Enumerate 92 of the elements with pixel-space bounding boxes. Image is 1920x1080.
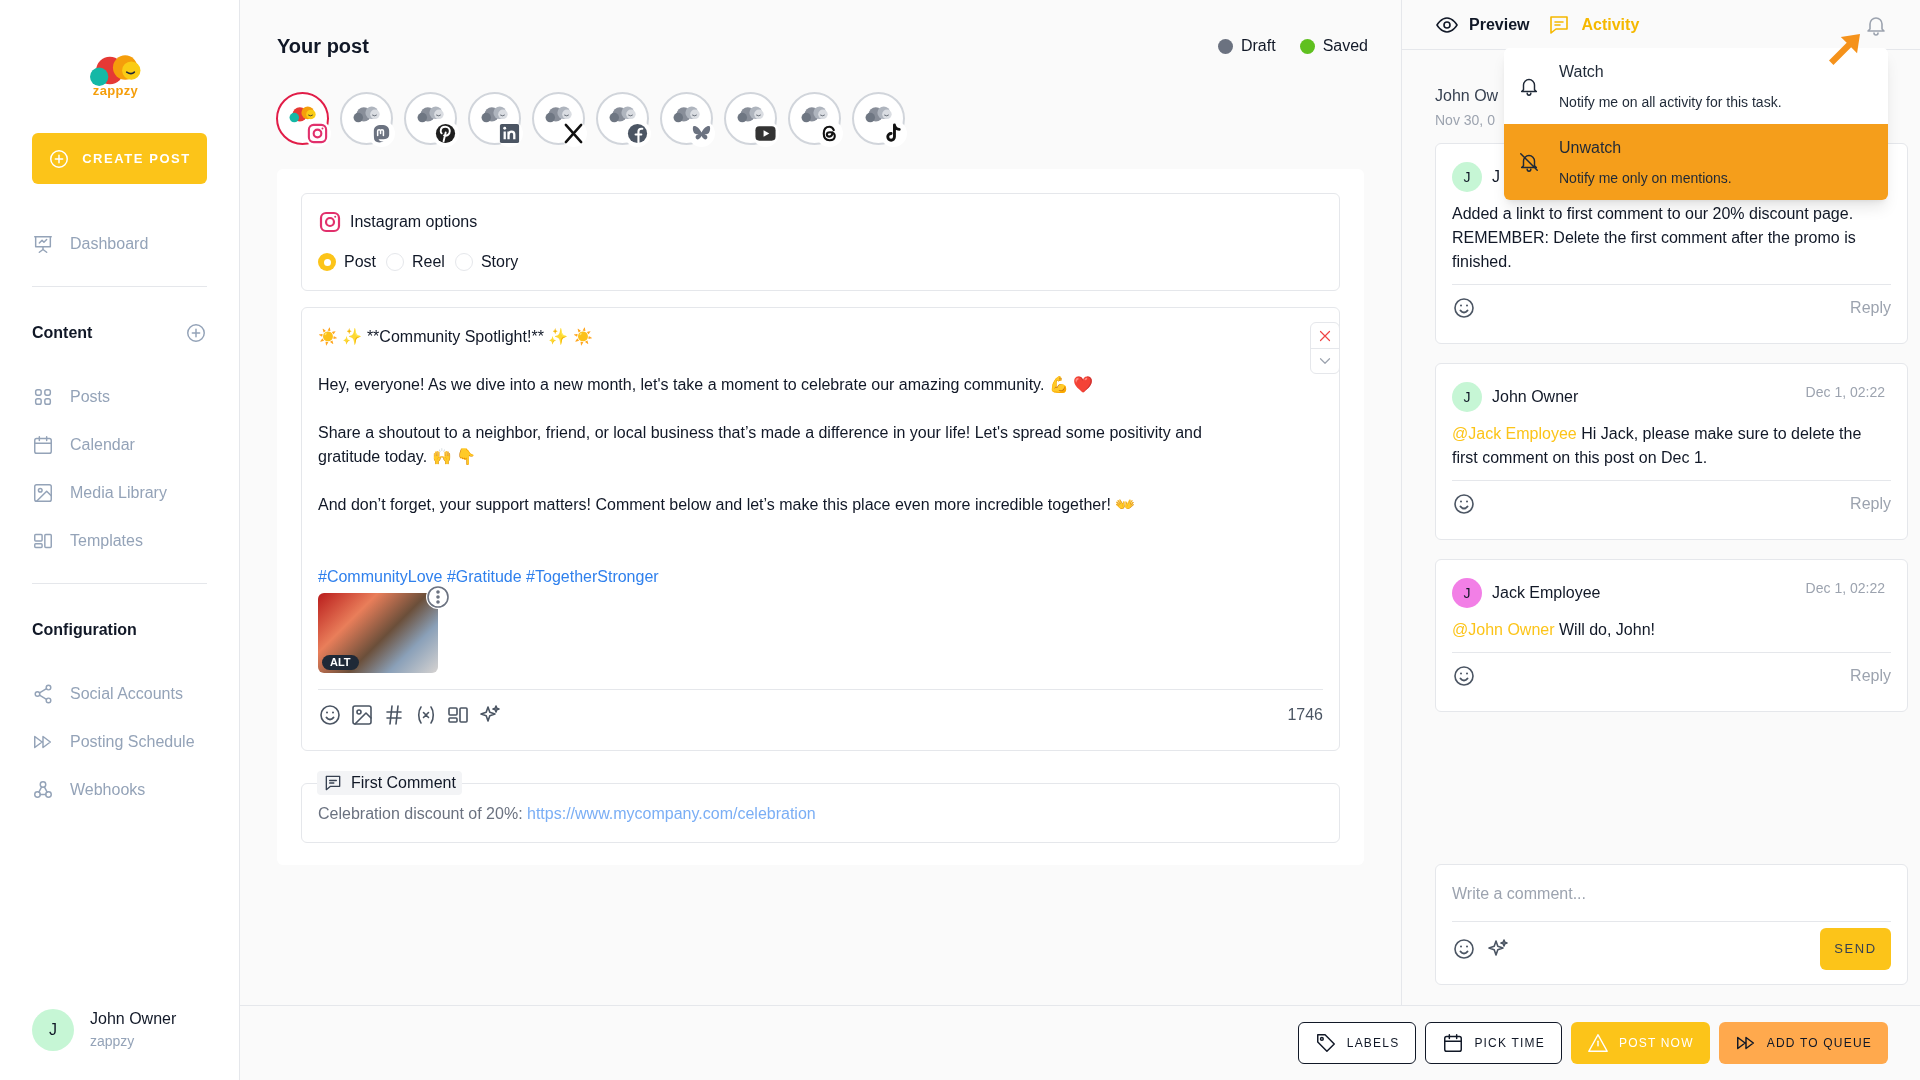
options-title: Instagram options xyxy=(350,212,478,232)
bell-off-icon xyxy=(1518,151,1540,173)
nav-item[interactable]: Templates xyxy=(32,517,207,565)
menu-item-description: Notify me on all activity for this task. xyxy=(1559,92,1782,112)
radio-option[interactable]: Post xyxy=(318,250,376,274)
annotation-arrow xyxy=(1829,34,1860,65)
calendar-icon xyxy=(1442,1032,1465,1054)
status-label: Saved xyxy=(1322,36,1368,56)
nav-item[interactable]: Webhooks xyxy=(32,766,207,814)
tag-icon xyxy=(1314,1032,1337,1054)
comment-text: @John Owner Will do, John! xyxy=(1452,620,1656,640)
menu-item[interactable]: Unwatch Notify me only on mentions. xyxy=(1504,124,1888,200)
calendar-icon xyxy=(32,434,54,456)
timestamp: Dec 1, 02:22 xyxy=(1805,579,1885,598)
nav-item[interactable]: Dashboard xyxy=(32,220,207,268)
status-label: Draft xyxy=(1240,36,1276,56)
first-comment-text: Celebration discount of 20%: https://www.mycompany.com/celebration xyxy=(318,804,817,824)
avatar: J xyxy=(1452,382,1482,412)
radio-button[interactable] xyxy=(318,253,336,271)
emoji-icon[interactable] xyxy=(318,703,342,727)
section-title: Configuration xyxy=(32,620,137,640)
instagram-icon xyxy=(306,122,329,145)
author-name: Jack Employee xyxy=(1492,583,1601,603)
instagram-icon xyxy=(318,210,342,234)
tab[interactable]: Activity xyxy=(1547,12,1640,37)
emoji-icon[interactable] xyxy=(1452,664,1476,688)
reply-button[interactable]: Reply xyxy=(1850,492,1891,516)
nav-item[interactable]: Calendar xyxy=(32,421,207,469)
avatar: J xyxy=(32,1008,74,1051)
image-icon xyxy=(32,482,54,504)
author-name: John Ow xyxy=(1435,86,1499,106)
user-name: John Owner xyxy=(90,1009,177,1029)
hashtags: #CommunityLove #Gratitude #TogetherStronger xyxy=(318,567,659,587)
menu-item-title: Unwatch xyxy=(1559,137,1623,158)
radio-button[interactable] xyxy=(386,253,404,271)
mention-link[interactable]: @John Owner xyxy=(1452,621,1555,638)
avatar: J xyxy=(1452,578,1482,608)
alt-badge[interactable]: ALT xyxy=(322,655,359,670)
menu-item[interactable]: Watch Notify me on all activity for this task. xyxy=(1504,48,1888,124)
character-counter: 1746 xyxy=(1287,705,1323,725)
emoji-icon[interactable] xyxy=(1452,937,1476,961)
section-title: Content xyxy=(32,323,93,343)
plus-icon xyxy=(48,147,71,170)
linkedin-icon xyxy=(498,122,521,145)
post-paragraph: ☀ ✨ **Community Spotlight!** ✨ ☀ xyxy=(318,326,594,348)
nav-item[interactable]: Posts xyxy=(32,373,207,421)
comment-text: Added a linkt to first comment to our 20% discount page. REMEMBER: Delete the first comment after the promo is finished. xyxy=(1452,204,1857,272)
timestamp: Dec 1, 02:22 xyxy=(1805,383,1885,402)
menu-item-description: Notify me only on mentions. xyxy=(1559,168,1732,188)
nav-item[interactable]: Posting Schedule xyxy=(32,718,207,766)
mention-link[interactable]: @Jack Employee xyxy=(1452,425,1577,442)
action-button[interactable]: PICK TIME xyxy=(1425,1022,1562,1064)
reply-button[interactable]: Reply xyxy=(1850,664,1891,688)
grid-icon xyxy=(32,386,54,408)
page-title: Your post xyxy=(277,34,369,59)
avatar: J xyxy=(1452,162,1482,192)
webhook-icon xyxy=(32,779,54,801)
send-button[interactable]: SEND xyxy=(1820,928,1891,970)
share-icon xyxy=(32,683,54,705)
action-button[interactable]: LABELS xyxy=(1297,1022,1417,1064)
reply-button[interactable]: Reply xyxy=(1850,296,1891,320)
comment-text: @Jack Employee Hi Jack, please make sure to delete the first comment on this post on Dec 1. xyxy=(1452,424,1863,468)
facebook-icon xyxy=(626,122,649,145)
post-paragraph: Hey, everyone! As we dive into a new month, let's take a moment to celebrate our amazing community. 💪 ❤ xyxy=(318,375,1095,395)
user-organization: zappzy xyxy=(90,1032,136,1051)
create-post-button[interactable]: CREATE POST xyxy=(32,133,207,184)
nav-item[interactable]: Social Accounts xyxy=(32,670,207,718)
author-name: John Owner xyxy=(1492,387,1579,407)
radio-option[interactable]: Story xyxy=(454,250,519,274)
action-button[interactable]: ADD TO QUEUE xyxy=(1718,1022,1888,1064)
menu-item-title: Watch xyxy=(1559,61,1605,82)
emoji-icon[interactable] xyxy=(1452,296,1476,320)
nav-item[interactable]: Media Library xyxy=(32,469,207,517)
logo-text: zappzy xyxy=(92,84,139,97)
x-logo-icon xyxy=(562,122,585,145)
pinterest-icon xyxy=(434,122,457,145)
author-name: J xyxy=(1492,167,1500,187)
first-comment-tab[interactable]: First Comment xyxy=(317,771,462,795)
timestamp: Nov 30, 0 xyxy=(1435,111,1495,130)
more-options-icon[interactable] xyxy=(426,585,450,609)
action-button[interactable]: POST NOW xyxy=(1570,1022,1710,1064)
emoji-icon[interactable] xyxy=(1452,492,1476,516)
post-paragraph: Share a shoutout to a neighbor, friend, or local business that’s made a difference in your life! Let's spread some positivity and gratitude today. 🙌 👇 xyxy=(318,423,1203,467)
presentation-chart-icon xyxy=(32,233,54,255)
comment-input[interactable]: Write a comment... xyxy=(1452,879,1891,909)
comment-icon xyxy=(323,773,343,793)
radio-option[interactable]: Reel xyxy=(386,250,445,274)
image-icon[interactable] xyxy=(350,703,374,727)
link[interactable]: https://www.mycompany.com/celebration xyxy=(527,805,816,822)
tab[interactable]: Preview xyxy=(1435,12,1530,37)
post-paragraph: And don’t forget, your support matters! Comment below and let’s make this place even more incredible together! 👐 xyxy=(318,495,1137,515)
radio-button[interactable] xyxy=(454,253,473,271)
